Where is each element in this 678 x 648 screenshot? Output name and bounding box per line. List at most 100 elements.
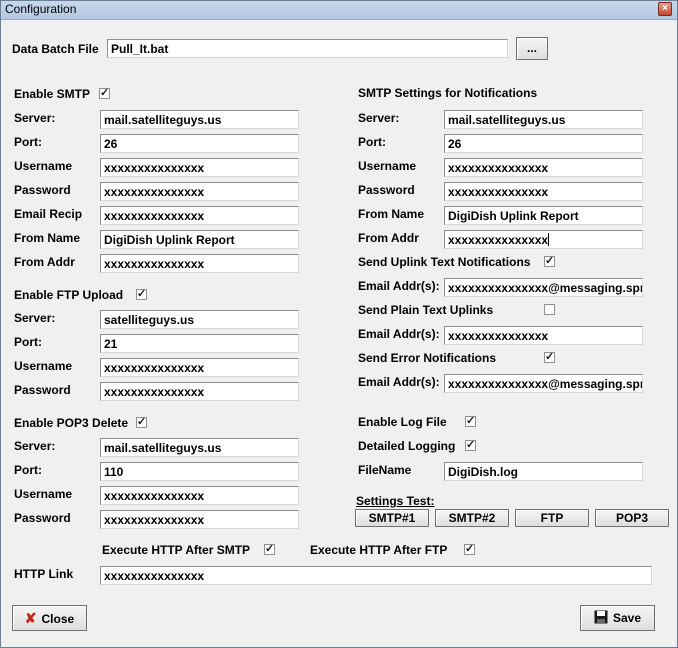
notify-from-addr-value: xxxxxxxxxxxxxxx (448, 233, 549, 247)
smtp-email-recip-label: Email Recip (14, 207, 83, 221)
window-title: Configuration (5, 2, 77, 16)
smtp-server-label: Server: (14, 111, 56, 125)
smtp-password-input[interactable]: xxxxxxxxxxxxxxx (100, 182, 299, 201)
uplink-addr-label: Email Addr(s): (358, 279, 440, 293)
notify-from-name-input[interactable]: DigiDish Uplink Report (444, 206, 643, 225)
http-after-smtp-checkbox[interactable]: ✓ (264, 543, 275, 555)
ftp-server-label: Server: (14, 311, 56, 325)
error-addr-input[interactable]: xxxxxxxxxxxxxxx@messaging.sprintpcs.com (444, 374, 643, 393)
check-icon: ✓ (545, 255, 555, 267)
uplink-addr-input[interactable]: xxxxxxxxxxxxxxx@messaging.sprintpcs.com (444, 278, 643, 297)
test-smtp2-button[interactable]: SMTP#2 (435, 509, 509, 527)
smtp-server-input[interactable]: mail.satelliteguys.us (100, 110, 299, 129)
notify-password-input[interactable]: xxxxxxxxxxxxxxx (444, 182, 643, 201)
http-after-ftp-label: Execute HTTP After FTP (310, 543, 448, 557)
smtp-from-addr-label: From Addr (14, 255, 75, 269)
pop3-server-label: Server: (14, 439, 56, 453)
window-close-button[interactable]: × (658, 2, 672, 16)
test-ftp-button[interactable]: FTP (515, 509, 589, 527)
ftp-password-label: Password (14, 383, 71, 397)
notify-username-input[interactable]: xxxxxxxxxxxxxxx (444, 158, 643, 177)
smtp-port-input[interactable]: 26 (100, 134, 299, 153)
detailed-log-label: Detailed Logging (358, 439, 456, 453)
http-link-input[interactable]: xxxxxxxxxxxxxxx (100, 566, 652, 585)
pop3-port-label: Port: (14, 463, 42, 477)
plain-addr-label: Email Addr(s): (358, 327, 440, 341)
enable-smtp-label: Enable SMTP (14, 87, 91, 101)
enable-ftp-label: Enable FTP Upload (14, 288, 124, 302)
check-icon: ✓ (466, 415, 476, 427)
test-smtp1-button[interactable]: SMTP#1 (355, 509, 429, 527)
detailed-log-checkbox[interactable]: ✓ (465, 439, 476, 451)
notify-port-label: Port: (358, 135, 386, 149)
smtp-username-input[interactable]: xxxxxxxxxxxxxxx (100, 158, 299, 177)
save-button[interactable]: Save (580, 605, 655, 631)
smtp-from-name-label: From Name (14, 231, 81, 245)
check-icon: ✓ (465, 543, 475, 555)
smtp-port-label: Port: (14, 135, 42, 149)
smtp-from-addr-input[interactable]: xxxxxxxxxxxxxxx (100, 254, 299, 273)
check-icon: ✓ (137, 288, 147, 300)
close-x-icon: × (662, 3, 668, 14)
configuration-window: Configuration × Data Batch File Pull_It.… (0, 0, 678, 648)
ftp-password-input[interactable]: xxxxxxxxxxxxxxx (100, 382, 299, 401)
save-button-label: Save (612, 611, 642, 625)
notify-server-label: Server: (358, 111, 400, 125)
pop3-username-label: Username (14, 487, 73, 501)
http-link-label: HTTP Link (14, 567, 74, 581)
log-filename-input[interactable]: DigiDish.log (444, 462, 643, 481)
ftp-username-input[interactable]: xxxxxxxxxxxxxxx (100, 358, 299, 377)
pop3-username-input[interactable]: xxxxxxxxxxxxxxx (100, 486, 299, 505)
plain-text-label: Send Plain Text Uplinks (358, 303, 494, 317)
notify-password-label: Password (358, 183, 415, 197)
pop3-password-input[interactable]: xxxxxxxxxxxxxxx (100, 510, 299, 529)
settings-test-label: Settings Test: (356, 494, 435, 508)
http-after-smtp-label: Execute HTTP After SMTP (102, 543, 251, 557)
enable-pop3-label: Enable POP3 Delete (14, 416, 129, 430)
uplink-text-label: Send Uplink Text Notifications (358, 255, 531, 269)
red-x-icon: ✘ (24, 610, 37, 626)
check-icon: ✓ (137, 416, 147, 428)
enable-log-label: Enable Log File (358, 415, 447, 429)
notify-heading: SMTP Settings for Notifications (358, 86, 538, 100)
test-pop3-button[interactable]: POP3 (595, 509, 669, 527)
smtp-email-recip-input[interactable]: xxxxxxxxxxxxxxx (100, 206, 299, 225)
batch-file-label: Data Batch File (12, 42, 99, 56)
check-icon: ✓ (265, 543, 275, 555)
enable-ftp-checkbox[interactable]: ✓ (136, 288, 147, 300)
error-addr-label: Email Addr(s): (358, 375, 440, 389)
plain-text-checkbox[interactable] (544, 304, 555, 315)
log-filename-label: FileName (358, 463, 412, 477)
pop3-port-input[interactable]: 110 (100, 462, 299, 481)
pop3-server-input[interactable]: mail.satelliteguys.us (100, 438, 299, 457)
notify-from-addr-input[interactable]: xxxxxxxxxxxxxxx (444, 230, 643, 249)
enable-log-checkbox[interactable]: ✓ (465, 415, 476, 427)
title-bar: Configuration × (1, 1, 677, 20)
check-icon: ✓ (545, 351, 555, 363)
browse-button[interactable]: ... (516, 37, 548, 60)
notify-from-name-label: From Name (358, 207, 425, 221)
smtp-password-label: Password (14, 183, 71, 197)
error-notify-checkbox[interactable]: ✓ (544, 351, 555, 363)
notify-port-input[interactable]: 26 (444, 134, 643, 153)
batch-file-input[interactable]: Pull_It.bat (107, 39, 508, 58)
text-cursor (548, 233, 550, 246)
notify-username-label: Username (358, 159, 417, 173)
ftp-username-label: Username (14, 359, 73, 373)
plain-addr-input[interactable]: xxxxxxxxxxxxxxx (444, 326, 643, 345)
uplink-text-checkbox[interactable]: ✓ (544, 255, 555, 267)
ftp-server-input[interactable]: satelliteguys.us (100, 310, 299, 329)
notify-server-input[interactable]: mail.satelliteguys.us (444, 110, 643, 129)
http-after-ftp-checkbox[interactable]: ✓ (464, 543, 475, 555)
pop3-password-label: Password (14, 511, 71, 525)
smtp-from-name-input[interactable]: DigiDish Uplink Report (100, 230, 299, 249)
enable-pop3-checkbox[interactable]: ✓ (136, 416, 147, 428)
close-button[interactable]: ✘ Close (12, 605, 87, 631)
check-icon: ✓ (100, 87, 110, 99)
ftp-port-label: Port: (14, 335, 42, 349)
enable-smtp-checkbox[interactable]: ✓ (99, 87, 110, 99)
ftp-port-input[interactable]: 21 (100, 334, 299, 353)
smtp-username-label: Username (14, 159, 73, 173)
notify-from-addr-label: From Addr (358, 231, 419, 245)
error-notify-label: Send Error Notifications (358, 351, 497, 365)
